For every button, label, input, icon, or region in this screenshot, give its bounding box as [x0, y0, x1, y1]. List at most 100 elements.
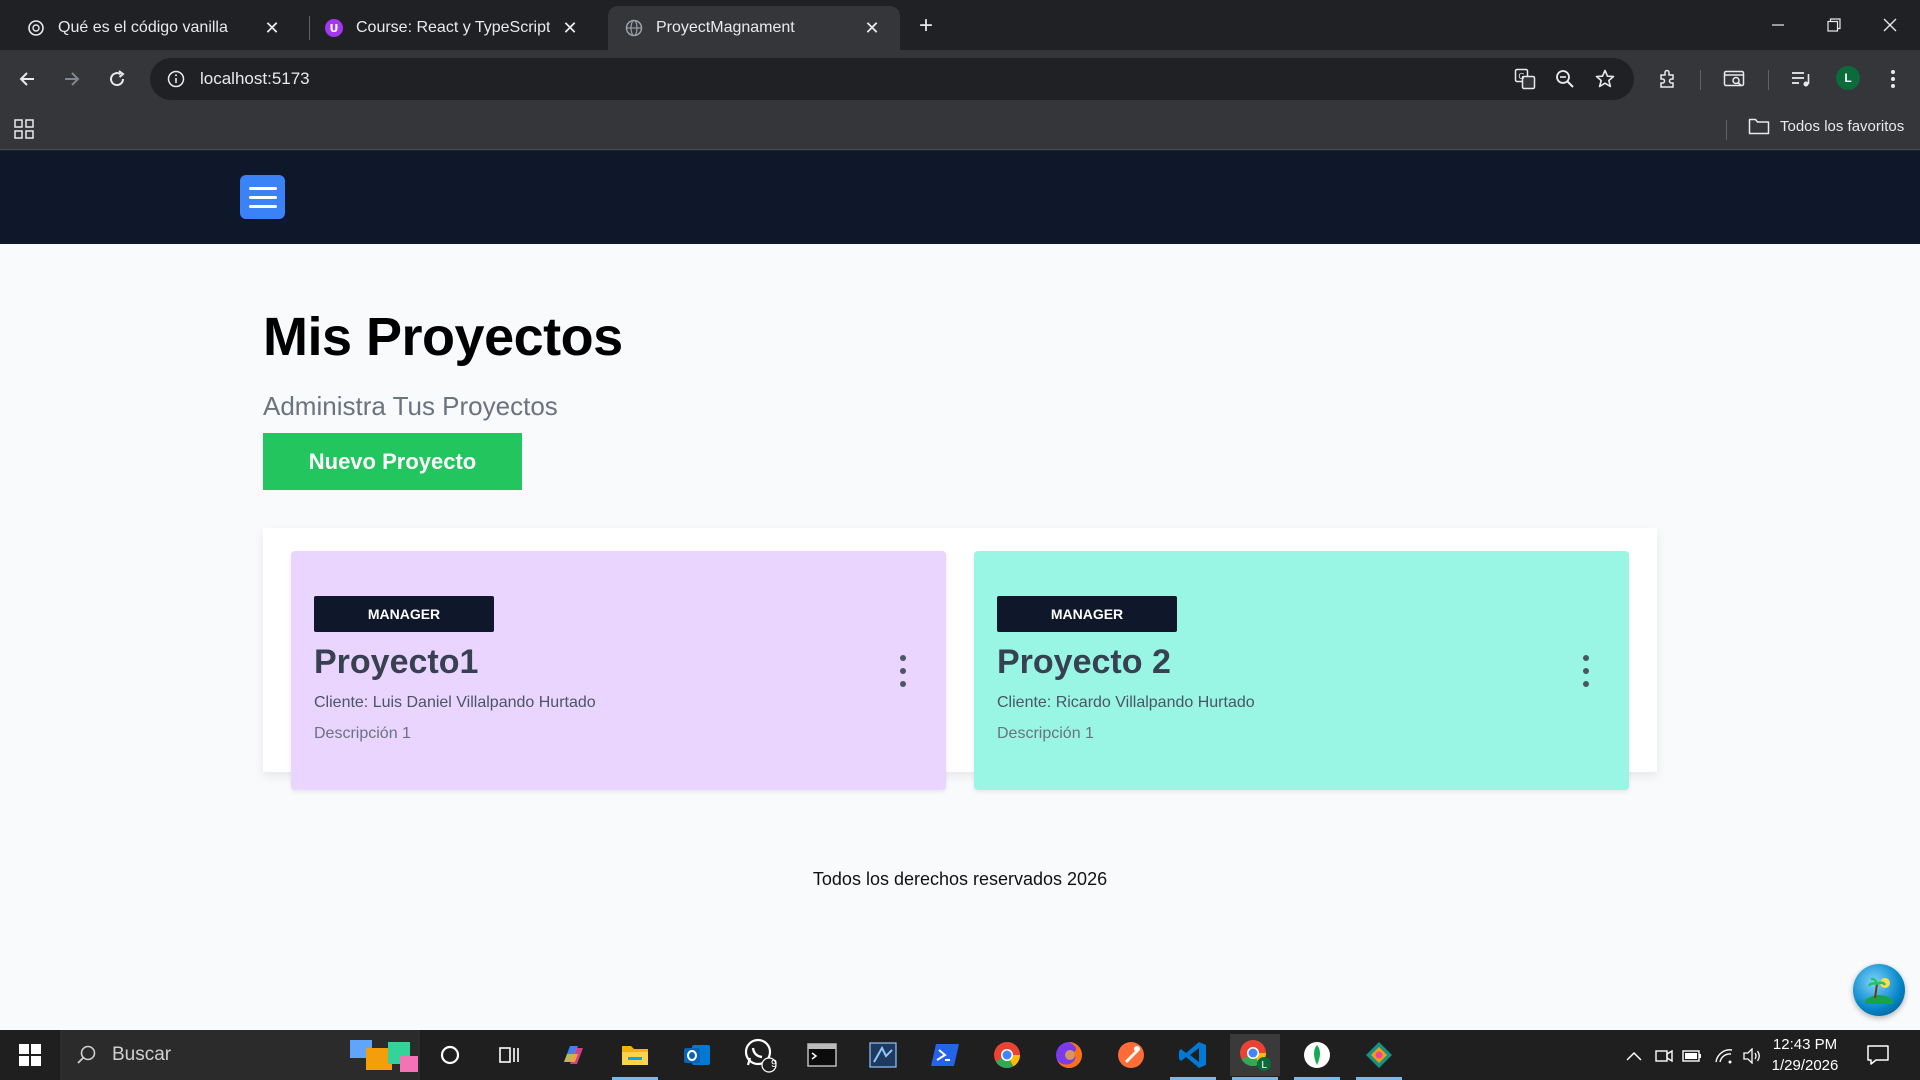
role-badge: MANAGER: [997, 596, 1177, 632]
project-client: Cliente: Luis Daniel Villalpando Hurtado: [314, 694, 596, 711]
wifi-icon[interactable]: [1714, 1046, 1734, 1066]
cortana-icon[interactable]: [425, 1034, 475, 1076]
menu-button[interactable]: [240, 175, 285, 219]
star-icon[interactable]: [1588, 62, 1622, 96]
windows-taskbar: Buscar 9 L 12:43 PM 1/29/2026: [0, 1030, 1920, 1080]
hamburger-icon: [248, 186, 277, 190]
openai-icon: [26, 18, 46, 38]
notifications-icon[interactable]: [1866, 1044, 1890, 1066]
back-button[interactable]: [10, 62, 44, 96]
outlook-icon[interactable]: [672, 1034, 722, 1076]
tab-title: Qué es el código vanilla: [58, 19, 228, 36]
browser-toolbar: localhost:5173 G: [0, 50, 1920, 108]
app-header: [0, 151, 1920, 244]
zoom-icon[interactable]: [1548, 62, 1582, 96]
project-card: MANAGER Proyecto 2 Cliente: Ricardo Vill…: [974, 551, 1629, 790]
copilot-icon[interactable]: [548, 1034, 598, 1076]
tab-strip: Qué es el código vanilla ✕ U Course: Rea…: [0, 0, 1920, 50]
battery-icon[interactable]: [1682, 1046, 1702, 1066]
forward-button[interactable]: [55, 62, 89, 96]
taskbar-clock[interactable]: 12:43 PM 1/29/2026: [1760, 1034, 1850, 1076]
restore-icon: [1827, 18, 1841, 32]
ssms-icon[interactable]: [858, 1034, 908, 1076]
close-icon: [1883, 18, 1897, 32]
kebab-menu-icon[interactable]: [898, 655, 908, 687]
windows-logo-icon: [19, 1044, 41, 1066]
page-title: Mis Proyectos: [263, 307, 623, 367]
project-card: MANAGER Proyecto1 Cliente: Luis Daniel V…: [291, 551, 946, 790]
clock-date: 1/29/2026: [1771, 1057, 1839, 1074]
camera-icon[interactable]: [1654, 1046, 1674, 1066]
close-icon[interactable]: ✕: [558, 16, 582, 40]
search-placeholder: Buscar: [112, 1044, 172, 1065]
svg-text:G: G: [1518, 72, 1524, 81]
project-name-link[interactable]: Proyecto 2: [997, 643, 1171, 682]
close-icon[interactable]: ✕: [860, 16, 884, 40]
chrome-icon[interactable]: [982, 1034, 1032, 1076]
search-icon: [77, 1045, 96, 1064]
page-subtitle: Administra Tus Proyectos: [263, 391, 558, 421]
project-description: Descripción 1: [997, 725, 1094, 742]
start-button[interactable]: [0, 1030, 60, 1080]
footer-copyright: Todos los derechos reservados 2026: [812, 869, 1108, 889]
url-text: localhost:5173: [200, 69, 310, 88]
taskbar-search[interactable]: Buscar: [60, 1030, 420, 1080]
profile-avatar[interactable]: L: [1836, 66, 1860, 90]
page-viewport: Mis Proyectos Administra Tus Proyectos N…: [0, 151, 1920, 1030]
terminal-icon[interactable]: [797, 1034, 847, 1076]
all-bookmarks-folder[interactable]: Todos los favoritos: [1748, 117, 1904, 135]
firefox-icon[interactable]: [1044, 1034, 1094, 1076]
postman-icon[interactable]: [1106, 1034, 1156, 1076]
translate-icon[interactable]: G: [1508, 62, 1542, 96]
minimize-button[interactable]: [1750, 0, 1806, 50]
arrow-right-icon: [65, 72, 80, 86]
media-controls-icon[interactable]: [1784, 62, 1818, 96]
kebab-menu-icon[interactable]: [1581, 655, 1591, 687]
project-description: Descripción 1: [314, 725, 411, 742]
projects-panel: MANAGER Proyecto1 Cliente: Luis Daniel V…: [263, 528, 1657, 790]
tab-proyect-magnament[interactable]: ProyectMagnament ✕: [608, 6, 900, 50]
reload-icon: [110, 70, 125, 87]
role-badge: MANAGER: [314, 596, 494, 632]
svg-text:U: U: [330, 22, 339, 35]
bookmarks-folder-label: Todos los favoritos: [1780, 117, 1905, 135]
gitkraken-icon[interactable]: [1354, 1034, 1404, 1080]
close-icon[interactable]: ✕: [260, 16, 284, 40]
clock-time: 12:43 PM: [1772, 1036, 1838, 1053]
tab-title: ProyectMagnament: [656, 19, 795, 36]
tab-chatgpt[interactable]: Qué es el código vanilla ✕: [10, 6, 300, 50]
toolbar-divider: [1700, 70, 1701, 90]
mongodb-icon[interactable]: [1292, 1034, 1342, 1080]
apps-grid-icon[interactable]: [14, 119, 34, 139]
whatsapp-icon[interactable]: 9: [735, 1034, 785, 1076]
file-explorer-icon[interactable]: [610, 1034, 660, 1080]
volume-icon[interactable]: [1742, 1046, 1762, 1066]
restore-button[interactable]: [1806, 0, 1862, 50]
floating-assistant-icon[interactable]: [1853, 964, 1905, 1016]
chevron-up-icon[interactable]: [1624, 1046, 1644, 1066]
site-info-icon[interactable]: [164, 67, 188, 91]
vscode-icon[interactable]: [1168, 1034, 1218, 1080]
chrome-profile-icon[interactable]: L: [1230, 1034, 1280, 1080]
folder-icon: [1748, 118, 1770, 135]
arrow-left-icon: [19, 72, 34, 86]
globe-icon: [624, 18, 644, 38]
toolbar-divider: [1768, 70, 1769, 90]
close-window-button[interactable]: [1862, 0, 1918, 50]
powershell-icon[interactable]: [920, 1034, 970, 1076]
search-tabs-icon[interactable]: [1717, 62, 1751, 96]
project-name-link[interactable]: Proyecto1: [314, 643, 478, 682]
address-bar[interactable]: localhost:5173: [150, 58, 1634, 100]
svg-text:L: L: [1261, 1060, 1267, 1071]
extensions-icon[interactable]: [1651, 62, 1685, 96]
new-project-button[interactable]: Nuevo Proyecto: [263, 433, 522, 490]
new-tab-button[interactable]: +: [912, 12, 940, 40]
bookmarks-bar: Todos los favoritos: [0, 108, 1920, 150]
menu-dots-icon[interactable]: [1876, 62, 1910, 96]
bookmarks-divider: [1726, 120, 1727, 140]
reload-button[interactable]: [100, 62, 134, 96]
tab-title: Course: React y TypeScript - La: [356, 19, 550, 36]
task-view-icon[interactable]: [485, 1034, 535, 1076]
tab-udemy[interactable]: U Course: React y TypeScript - La ✕: [308, 6, 598, 50]
search-highlight-icon: [350, 1040, 418, 1072]
